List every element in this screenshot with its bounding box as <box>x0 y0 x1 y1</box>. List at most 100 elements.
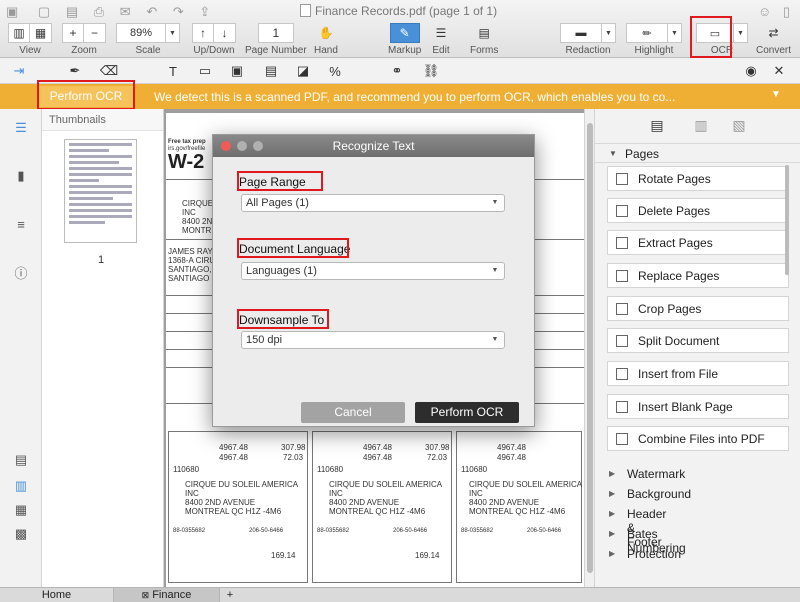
insert-from-file-button[interactable]: Insert from File <box>607 361 789 386</box>
rotate-pages-button[interactable]: Rotate Pages <box>607 166 789 191</box>
page-layout-icon[interactable]: ▥ <box>691 115 711 135</box>
text-tool-icon[interactable]: T <box>164 62 182 80</box>
info-icon[interactable]: ⓘ <box>12 263 30 281</box>
page-crop-icon[interactable]: ▧ <box>729 115 749 135</box>
close-window-icon[interactable] <box>221 141 231 151</box>
highlight-label: Highlight <box>634 45 674 56</box>
split-document-button[interactable]: Split Document <box>607 328 789 353</box>
pages-section-header[interactable]: ▼ Pages <box>595 143 800 163</box>
grid-view-icon[interactable]: ▩ <box>12 525 30 543</box>
markup-label: Markup <box>388 45 422 56</box>
thumbnails-icon[interactable]: ☰ <box>12 119 30 137</box>
hand-icon: ✋ <box>318 26 334 40</box>
eye-icon[interactable]: ◉ <box>742 62 760 80</box>
maximize-window-icon[interactable] <box>253 141 263 151</box>
zoom-out-button[interactable]: − <box>84 23 106 43</box>
highlight-select[interactable]: ✏ ▼ <box>626 23 682 43</box>
highlight-group: ✏ ▼ Highlight <box>626 23 682 56</box>
replace-pages-button[interactable]: Replace Pages <box>607 263 789 288</box>
convert-group: ⇄ Convert <box>756 23 791 56</box>
edit-label: Edit <box>432 45 450 56</box>
continuous-view-icon[interactable]: ▥ <box>12 477 30 495</box>
note-icon[interactable]: ▭ <box>196 62 214 80</box>
dialog-title: Recognize Text <box>332 139 415 153</box>
page-down-button[interactable]: ↓ <box>214 23 236 43</box>
document-language-select[interactable]: Languages (1) ▼ <box>241 262 505 280</box>
pen-icon[interactable]: ✒ <box>66 62 84 80</box>
measure-icon[interactable]: % <box>326 62 344 80</box>
page-number-group: 1 Page Number <box>245 23 307 56</box>
close-icon[interactable]: ✕ <box>770 62 788 80</box>
tab-finance-records[interactable]: ⊠Finance Records.... <box>114 588 220 602</box>
right-panel-scrollbar[interactable] <box>785 165 789 275</box>
text-box-icon[interactable]: ▣ <box>228 62 246 80</box>
insert-blank-page-button[interactable]: Insert Blank Page <box>607 394 789 419</box>
page-range-highlight-box <box>237 171 323 191</box>
chevron-down-icon: ▼ <box>491 267 499 274</box>
markup-button[interactable]: ✎ <box>389 23 420 43</box>
edit-button[interactable]: ☰ <box>430 23 452 43</box>
zoom-in-button[interactable]: + <box>62 23 84 43</box>
document-scrollbar[interactable] <box>584 109 594 587</box>
outline-icon[interactable]: ≡ <box>12 215 30 233</box>
zoom-group: + − Zoom <box>62 23 106 56</box>
forms-group: ▤ Forms <box>470 23 498 56</box>
device-icon[interactable]: ▯ <box>783 4 790 19</box>
two-page-view-button[interactable]: ▦ <box>30 23 52 43</box>
undo-icon[interactable]: ↶ <box>146 4 157 19</box>
blank-page-icon <box>616 401 628 413</box>
w2-form-title: W-2 <box>168 151 205 173</box>
page-range-select[interactable]: All Pages (1) ▼ <box>241 194 505 212</box>
perform-ocr-button[interactable]: Perform OCR <box>415 402 519 423</box>
top-right-icons: ☺ ▯ <box>758 4 790 20</box>
scrollbar-thumb[interactable] <box>587 123 593 573</box>
chevron-down-icon[interactable]: ▼ <box>771 89 781 100</box>
language-highlight-box <box>237 238 349 258</box>
combine-files-button[interactable]: Combine Files into PDF <box>607 426 789 451</box>
minimize-window-icon[interactable] <box>237 141 247 151</box>
single-page-icon: ▥ <box>13 26 25 40</box>
scale-value: 89% <box>129 27 153 39</box>
redo-icon[interactable]: ↷ <box>173 4 184 19</box>
markup-group: ✎ Markup <box>388 23 421 56</box>
chain-icon[interactable]: ⚭ <box>388 62 406 80</box>
close-tab-icon[interactable]: ⊠ <box>142 590 150 600</box>
updown-label: Up/Down <box>193 45 235 56</box>
extract-pages-button[interactable]: Extract Pages <box>607 230 789 255</box>
hand-tool-button[interactable]: ✋ <box>315 23 337 43</box>
page-tools-icon[interactable]: ▤ <box>647 115 667 135</box>
thumbnails-panel: Thumbnails 1 <box>42 109 164 587</box>
two-page-view-icon[interactable]: ▦ <box>12 501 30 519</box>
cancel-button[interactable]: Cancel <box>301 402 405 423</box>
new-document-icon[interactable]: ▢ <box>38 4 50 19</box>
link-icon[interactable]: ⛓ <box>422 62 440 80</box>
add-tab-button[interactable]: + <box>220 588 240 602</box>
single-page-view-button[interactable]: ▥ <box>8 23 30 43</box>
crop-pages-button[interactable]: Crop Pages <box>607 296 789 321</box>
sidebar-toggle-icon[interactable]: ▣ <box>6 4 18 19</box>
stamp-icon[interactable]: ▤ <box>262 62 280 80</box>
open-document-icon[interactable]: ▤ <box>66 4 78 19</box>
single-view-icon[interactable]: ▤ <box>12 451 30 469</box>
print-icon[interactable]: ⎙ <box>94 4 104 19</box>
upload-icon[interactable]: ⇪ <box>199 4 210 19</box>
page-number-input[interactable]: 1 <box>257 23 294 43</box>
redaction-select[interactable]: ▬ ▼ <box>560 23 616 43</box>
shape-icon[interactable]: ◪ <box>294 62 312 80</box>
select-tool-icon[interactable]: ⇥ <box>10 62 28 80</box>
page-thumbnail[interactable] <box>64 139 137 243</box>
smiley-icon[interactable]: ☺ <box>758 4 771 19</box>
perform-ocr-highlight-box <box>37 80 135 110</box>
page-up-button[interactable]: ↑ <box>192 23 214 43</box>
bookmark-icon[interactable]: ▮ <box>12 167 30 185</box>
forms-button[interactable]: ▤ <box>473 23 495 43</box>
eraser-icon[interactable]: ⌫ <box>100 62 118 80</box>
downsample-select[interactable]: 150 dpi ▼ <box>241 331 505 349</box>
convert-button[interactable]: ⇄ <box>763 23 785 43</box>
combine-icon <box>616 433 628 445</box>
tab-home[interactable]: Home <box>0 588 114 602</box>
left-rail: ☰ ▮ ≡ ⓘ ▤ ▥ ▦ ▩ <box>0 109 42 587</box>
scale-select[interactable]: 89% ▼ <box>116 23 180 43</box>
mail-icon[interactable]: ✉ <box>120 4 131 19</box>
delete-pages-button[interactable]: Delete Pages <box>607 198 789 223</box>
